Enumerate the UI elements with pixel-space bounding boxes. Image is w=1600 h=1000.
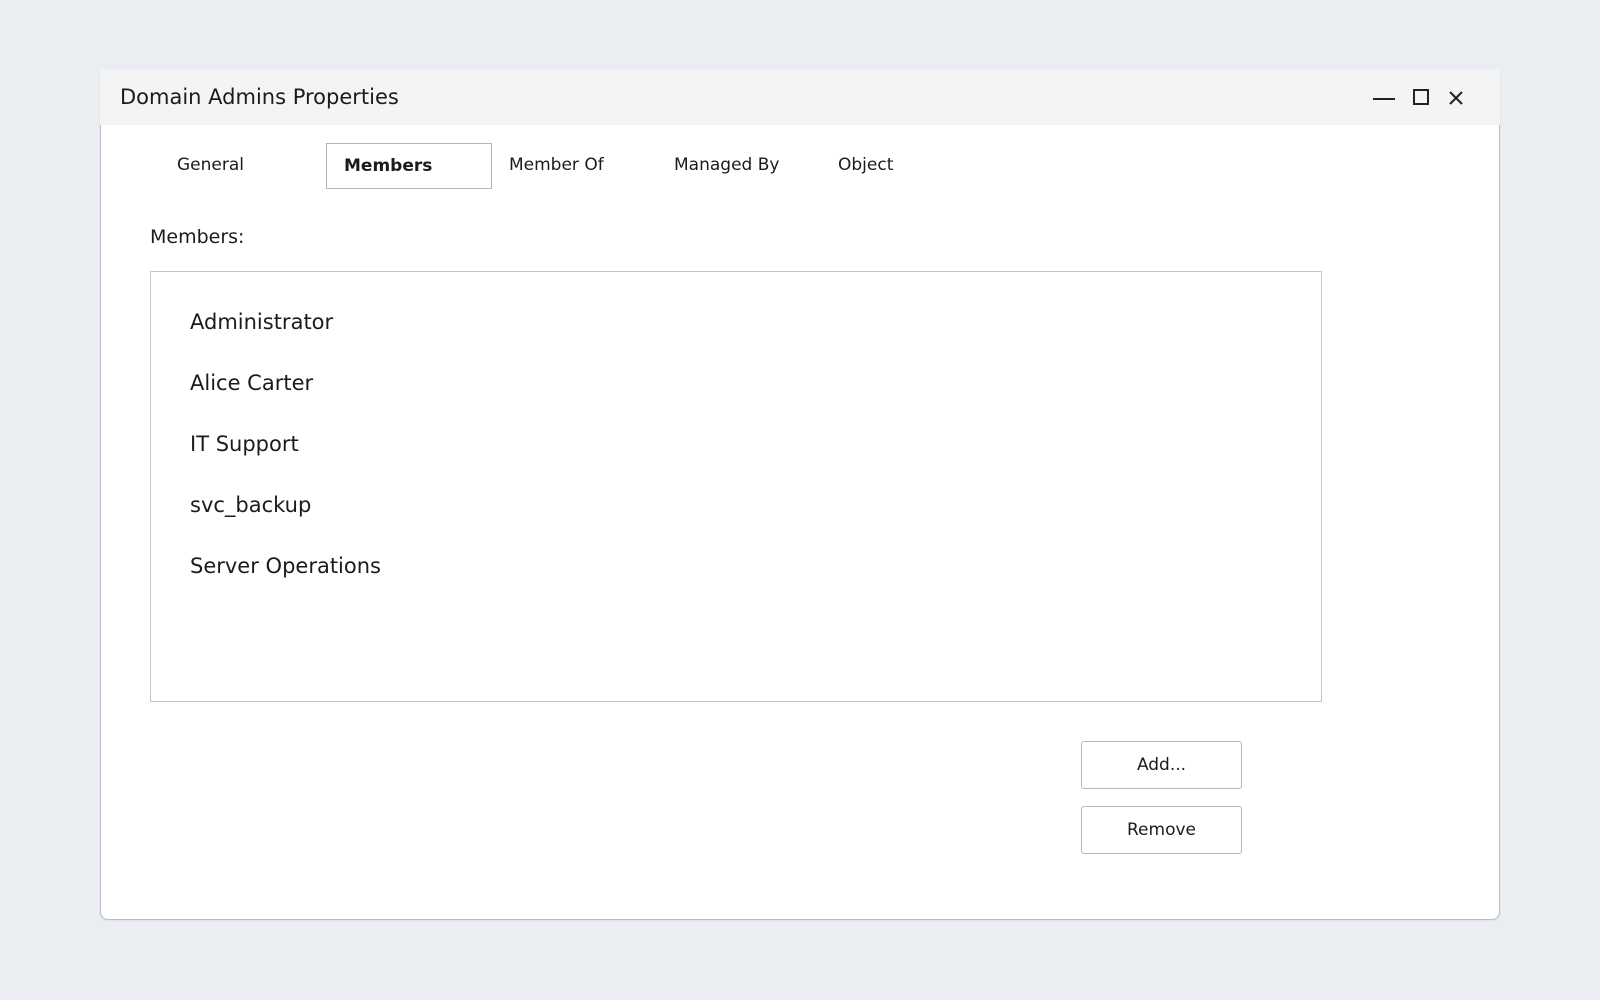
tab-member-of[interactable]: Member Of xyxy=(492,143,642,189)
list-item[interactable]: IT Support xyxy=(190,432,299,456)
properties-window: Domain Admins Properties General Members… xyxy=(100,70,1500,920)
close-glyph xyxy=(1449,91,1463,105)
members-label: Members: xyxy=(150,226,245,248)
tab-managed-by[interactable]: Managed By xyxy=(657,143,807,189)
list-item[interactable]: Administrator xyxy=(190,310,333,334)
tab-general[interactable]: General xyxy=(161,143,311,189)
title-bar[interactable]: Domain Admins Properties xyxy=(100,70,1500,125)
tab-members[interactable]: Members xyxy=(326,143,492,189)
tab-object[interactable]: Object xyxy=(821,143,941,189)
maximize-icon[interactable] xyxy=(1410,86,1434,110)
close-icon[interactable] xyxy=(1444,86,1468,110)
list-item[interactable]: Server Operations xyxy=(190,554,381,578)
members-list[interactable]: Administrator Alice Carter IT Support sv… xyxy=(150,271,1322,702)
list-item[interactable]: svc_backup xyxy=(190,493,311,517)
minimize-icon[interactable] xyxy=(1372,86,1396,110)
add-button[interactable]: Add... xyxy=(1081,741,1242,789)
window-title: Domain Admins Properties xyxy=(120,85,399,109)
remove-button[interactable]: Remove xyxy=(1081,806,1242,854)
list-item[interactable]: Alice Carter xyxy=(190,371,313,395)
